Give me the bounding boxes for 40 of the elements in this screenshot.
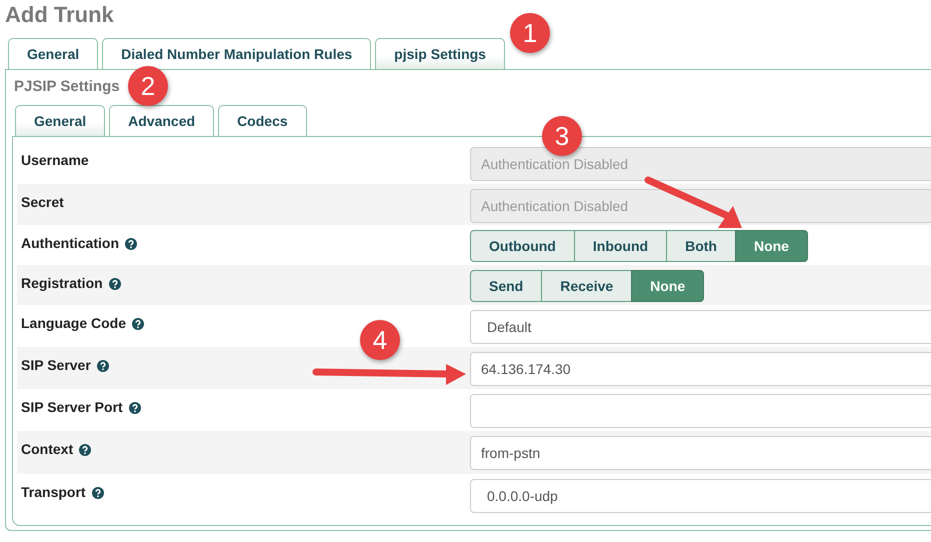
option-button[interactable]: Inbound: [574, 230, 668, 262]
option-button[interactable]: Outbound: [470, 230, 575, 262]
help-icon[interactable]: [132, 318, 144, 330]
field-label: Secret: [21, 193, 64, 212]
help-icon[interactable]: [79, 444, 92, 456]
field-label: SIP Server Port: [21, 398, 123, 417]
input-field[interactable]: [470, 394, 931, 428]
field-label: Authentication: [21, 234, 119, 253]
option-button[interactable]: None: [734, 230, 808, 262]
page-title: Add Trunk: [5, 2, 115, 28]
help-icon[interactable]: [128, 402, 141, 414]
tab[interactable]: pjsip Settings: [375, 38, 505, 69]
tab[interactable]: Codecs: [218, 105, 307, 136]
field-label: Context: [21, 440, 74, 459]
field-label: Username: [21, 151, 89, 170]
input-field[interactable]: 64.136.174.30: [470, 352, 931, 386]
step-badge: 3: [542, 116, 582, 156]
field-label: SIP Server: [21, 356, 91, 375]
help-icon[interactable]: [108, 278, 121, 290]
tab[interactable]: Advanced: [109, 105, 214, 136]
tab[interactable]: General: [8, 38, 98, 69]
section-title: PJSIP Settings: [14, 77, 120, 97]
option-button[interactable]: Send: [470, 270, 542, 302]
tab[interactable]: General: [15, 105, 106, 136]
step-badge: 2: [128, 66, 168, 106]
select-field[interactable]: 0.0.0.0-udp: [470, 479, 931, 513]
step-badge: 4: [360, 320, 400, 360]
option-button[interactable]: Receive: [541, 270, 632, 302]
help-icon[interactable]: [125, 238, 137, 250]
select-field[interactable]: Default: [470, 310, 931, 344]
step-badge: 1: [510, 13, 550, 53]
field-label: Registration: [21, 274, 103, 293]
field-label: Transport: [21, 483, 86, 502]
option-button[interactable]: None: [631, 270, 704, 302]
input-field[interactable]: from-pstn: [470, 436, 931, 470]
tab[interactable]: Dialed Number Manipulation Rules: [102, 38, 372, 69]
help-icon[interactable]: [92, 486, 104, 498]
option-button[interactable]: Both: [666, 230, 736, 262]
help-icon[interactable]: [96, 360, 109, 372]
field-label: Language Code: [21, 314, 126, 333]
